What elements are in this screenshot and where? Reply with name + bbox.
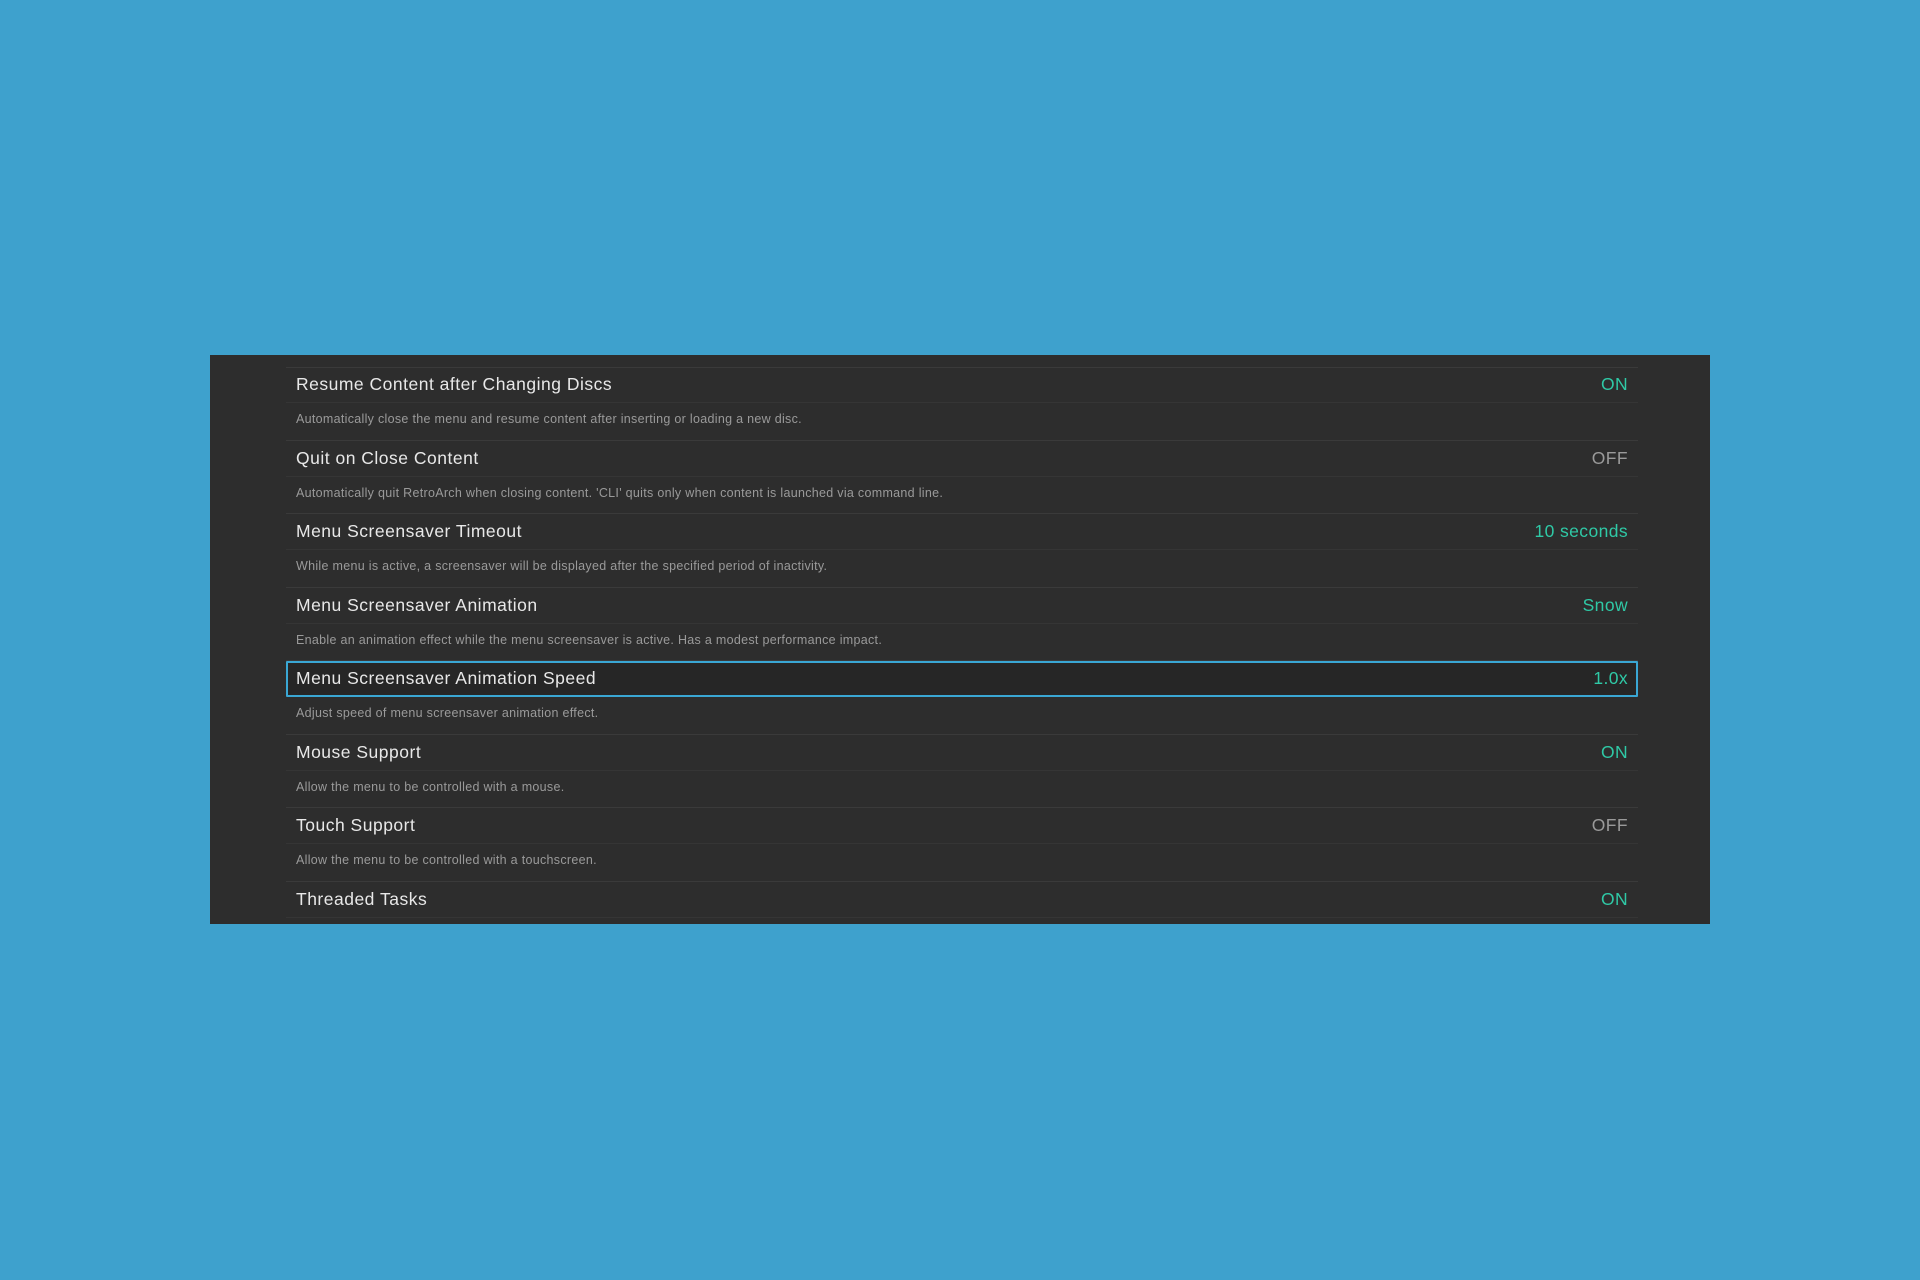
setting-menu-screensaver-timeout: Menu Screensaver Timeout 10 seconds Whil… xyxy=(286,514,1638,588)
setting-row[interactable]: Resume Content after Changing Discs ON xyxy=(286,367,1638,403)
setting-label: Threaded Tasks xyxy=(296,888,428,909)
setting-description: Automatically close the menu and resume … xyxy=(296,412,802,426)
setting-quit-on-close-content: Quit on Close Content OFF Automatically … xyxy=(286,441,1638,514)
setting-value-toggle[interactable]: ON xyxy=(1601,742,1628,763)
setting-description: Automatically quit RetroArch when closin… xyxy=(296,485,944,500)
setting-row[interactable]: Touch Support OFF xyxy=(286,808,1638,844)
setting-row[interactable]: Menu Screensaver Timeout 10 seconds xyxy=(286,514,1638,550)
setting-value[interactable]: Snow xyxy=(1583,595,1628,616)
setting-label: Touch Support xyxy=(296,815,416,835)
setting-value-toggle[interactable]: ON xyxy=(1601,889,1628,910)
setting-row-selected[interactable]: Menu Screensaver Animation Speed 1.0x xyxy=(286,661,1638,697)
setting-value[interactable]: 10 seconds xyxy=(1534,521,1628,542)
setting-row[interactable]: Threaded Tasks ON xyxy=(286,882,1638,918)
setting-label: Quit on Close Content xyxy=(296,447,479,468)
setting-row[interactable]: Menu Screensaver Animation Snow xyxy=(286,588,1638,624)
setting-row[interactable]: Quit on Close Content OFF xyxy=(286,441,1638,477)
setting-label: Mouse Support xyxy=(296,741,422,762)
setting-description: Allow the menu to be controlled with a m… xyxy=(296,779,565,794)
setting-label: Resume Content after Changing Discs xyxy=(296,374,613,394)
setting-resume-content-after-changing-discs: Resume Content after Changing Discs ON A… xyxy=(286,367,1638,441)
setting-description: Adjust speed of menu screensaver animati… xyxy=(296,706,599,720)
setting-description: Allow the menu to be controlled with a t… xyxy=(296,853,597,867)
setting-label: Menu Screensaver Timeout xyxy=(296,521,522,541)
setting-menu-screensaver-animation-speed: Menu Screensaver Animation Speed 1.0x Ad… xyxy=(286,661,1638,735)
setting-threaded-tasks: Threaded Tasks ON xyxy=(286,882,1638,925)
setting-label: Menu Screensaver Animation Speed xyxy=(296,668,597,688)
setting-row[interactable]: Mouse Support ON xyxy=(286,735,1638,771)
setting-description: Enable an animation effect while the men… xyxy=(296,632,883,647)
setting-mouse-support: Mouse Support ON Allow the menu to be co… xyxy=(286,735,1638,808)
settings-panel: Resume Content after Changing Discs ON A… xyxy=(210,355,1710,924)
setting-description: While menu is active, a screensaver will… xyxy=(296,559,828,573)
setting-label: Menu Screensaver Animation xyxy=(296,594,538,615)
setting-value[interactable]: 1.0x xyxy=(1593,668,1628,689)
setting-value-toggle[interactable]: OFF xyxy=(1592,448,1628,469)
settings-list: Resume Content after Changing Discs ON A… xyxy=(286,367,1638,924)
setting-menu-screensaver-animation: Menu Screensaver Animation Snow Enable a… xyxy=(286,588,1638,661)
setting-value-toggle[interactable]: ON xyxy=(1601,374,1628,395)
setting-value-toggle[interactable]: OFF xyxy=(1592,815,1628,836)
setting-touch-support: Touch Support OFF Allow the menu to be c… xyxy=(286,808,1638,882)
